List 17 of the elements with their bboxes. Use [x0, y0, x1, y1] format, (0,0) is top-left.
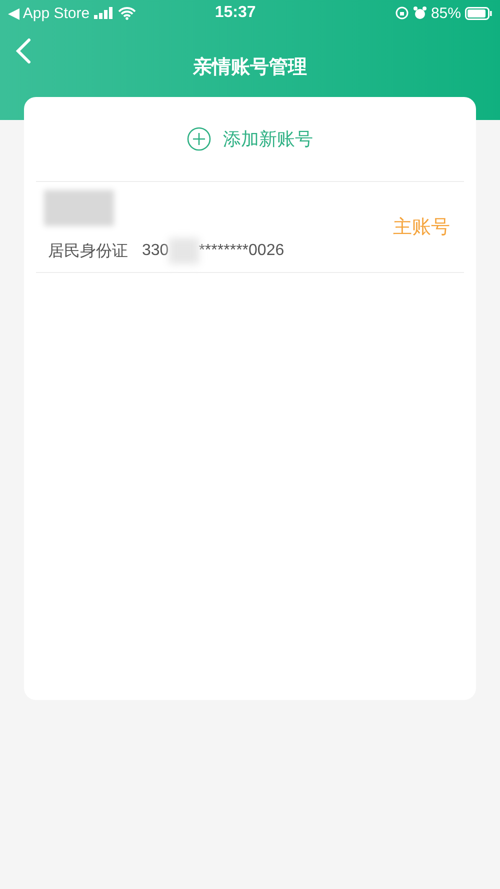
blurred-name — [44, 190, 114, 226]
wifi-icon — [118, 6, 136, 20]
battery-icon — [465, 6, 492, 20]
back-icon[interactable] — [14, 38, 32, 64]
plus-circle-icon — [187, 127, 211, 151]
clock-time: 15:37 — [214, 4, 257, 22]
back-to-app-link[interactable]: ◀ App Store — [8, 4, 90, 22]
rotation-lock-icon — [394, 6, 409, 20]
add-account-button[interactable]: 添加新账号 — [187, 127, 313, 151]
page-title: 亲情账号管理 — [193, 56, 307, 80]
id-number-start: 330 — [142, 242, 169, 260]
primary-account-label: 主账号 — [393, 216, 450, 240]
signal-icon — [94, 7, 114, 19]
alarm-icon — [412, 6, 427, 20]
id-type: 居民身份证 — [48, 242, 128, 262]
battery-percent: 85% — [430, 4, 461, 22]
id-number-end: ********0026 — [198, 242, 284, 260]
